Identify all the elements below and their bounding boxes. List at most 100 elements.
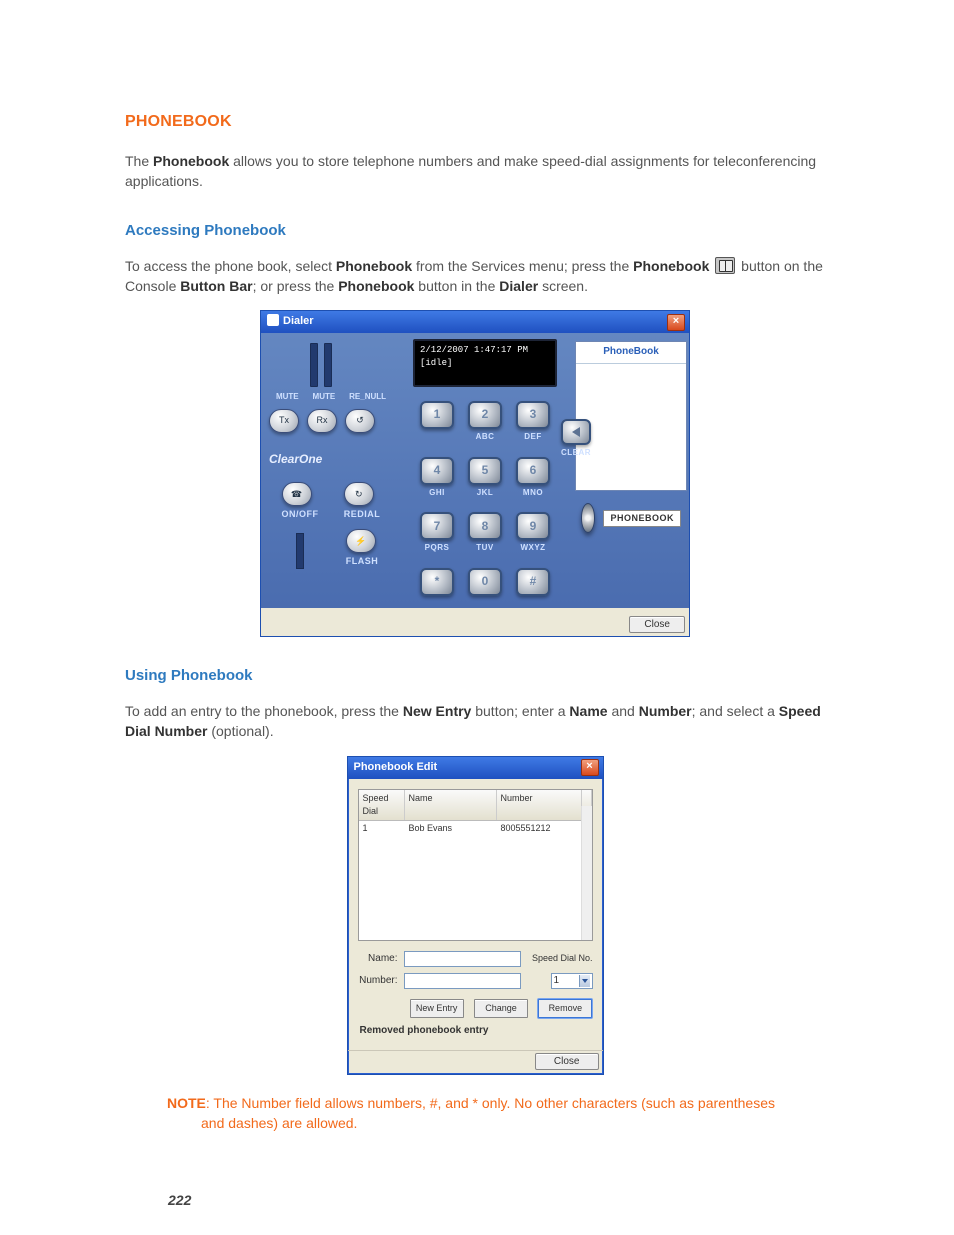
note-text: : The Number field allows numbers, #, an… bbox=[206, 1095, 775, 1111]
key-label: MNO bbox=[514, 487, 552, 499]
lcd-line: [idle] bbox=[420, 357, 550, 370]
key-4[interactable]: 4 bbox=[420, 457, 454, 485]
number-input[interactable] bbox=[404, 973, 521, 989]
key-hash[interactable]: # bbox=[516, 568, 550, 596]
back-arrow-icon bbox=[572, 427, 580, 437]
phonebook-edit-window: Phonebook Edit × Speed Dial Name Number … bbox=[347, 756, 604, 1075]
phonebook-link[interactable]: PhoneBook bbox=[576, 342, 686, 364]
phonebook-table[interactable]: Speed Dial Name Number 1 Bob Evans 80055… bbox=[358, 789, 593, 941]
scrollbar[interactable] bbox=[581, 806, 592, 940]
level-meter bbox=[296, 533, 304, 569]
key-5[interactable]: 5 bbox=[468, 457, 502, 485]
key-7[interactable]: 7 bbox=[420, 512, 454, 540]
table-row[interactable]: 1 Bob Evans 8005551212 bbox=[359, 821, 592, 836]
col-speed-dial[interactable]: Speed Dial bbox=[359, 790, 405, 820]
label-name: Name: bbox=[358, 952, 398, 967]
key-label: JKL bbox=[466, 487, 504, 499]
col-number[interactable]: Number bbox=[497, 790, 582, 820]
label-re-null: RE_NULL bbox=[349, 391, 386, 403]
dialer-statusbar: Close bbox=[261, 608, 689, 637]
subheading-accessing: Accessing Phonebook bbox=[125, 220, 825, 242]
page-number: 222 bbox=[168, 1190, 191, 1210]
key-label: GHI bbox=[418, 487, 456, 499]
phonebook-icon bbox=[715, 257, 735, 274]
text-bold: Phonebook bbox=[633, 258, 709, 274]
text: To access the phone book, select bbox=[125, 258, 336, 274]
change-button[interactable]: Change bbox=[474, 999, 528, 1018]
status-message: Removed phonebook entry bbox=[360, 1024, 593, 1039]
label-onoff: ON/OFF bbox=[282, 508, 319, 521]
onoff-button[interactable]: ☎ bbox=[282, 482, 312, 506]
text-bold: Button Bar bbox=[180, 278, 252, 294]
text-bold: Phonebook bbox=[153, 153, 229, 169]
dialer-close-button[interactable]: Close bbox=[629, 616, 685, 633]
cell-name: Bob Evans bbox=[405, 821, 497, 836]
text: from the Services menu; press the bbox=[412, 258, 633, 274]
key-label: ABC bbox=[466, 431, 504, 443]
text: The bbox=[125, 153, 153, 169]
key-label: WXYZ bbox=[514, 542, 552, 554]
lcd-line: 2/12/2007 1:47:17 PM bbox=[420, 344, 550, 357]
label-mute: MUTE bbox=[276, 391, 299, 403]
key-2[interactable]: 2 bbox=[468, 401, 502, 429]
text-bold: Phonebook bbox=[338, 278, 414, 294]
text: (optional). bbox=[207, 723, 273, 739]
text: allows you to store telephone numbers an… bbox=[125, 153, 816, 189]
pbe-close-button[interactable]: Close bbox=[535, 1053, 599, 1070]
new-entry-button[interactable]: New Entry bbox=[410, 999, 464, 1018]
label-mute: MUTE bbox=[313, 391, 336, 403]
text: ; or press the bbox=[253, 278, 339, 294]
remove-button[interactable]: Remove bbox=[538, 999, 592, 1018]
speed-dial-select[interactable]: 1 bbox=[551, 973, 593, 989]
name-input[interactable] bbox=[404, 951, 521, 967]
key-6[interactable]: 6 bbox=[516, 457, 550, 485]
redial-button[interactable]: ↻ bbox=[344, 482, 374, 506]
dialer-window: Dialer × MUTE MUTE RE_NULL bbox=[260, 310, 690, 637]
mute-rx-button[interactable]: Rx bbox=[307, 409, 337, 433]
keypad: 1 2ABC 3DEF 4GHI 5JKL 6MNO 7PQRS 8TUV 9W… bbox=[401, 401, 569, 598]
dialer-left-panel: MUTE MUTE RE_NULL Tx Rx ↺ ClearOne ☎ ON/… bbox=[261, 333, 401, 608]
key-9[interactable]: 9 bbox=[516, 512, 550, 540]
key-3[interactable]: 3 bbox=[516, 401, 550, 429]
access-paragraph: To access the phone book, select Phonebo… bbox=[125, 256, 825, 297]
text: button in the bbox=[414, 278, 499, 294]
intro-paragraph: The Phonebook allows you to store teleph… bbox=[125, 151, 825, 192]
brand-logo: ClearOne bbox=[269, 451, 393, 468]
key-label: DEF bbox=[514, 431, 552, 443]
key-1[interactable]: 1 bbox=[420, 401, 454, 429]
cd-icon bbox=[581, 503, 595, 533]
pbe-titlebar: Phonebook Edit × bbox=[348, 757, 603, 779]
label-number: Number: bbox=[358, 974, 398, 989]
flash-button[interactable]: ⚡ bbox=[346, 529, 376, 553]
key-8[interactable]: 8 bbox=[468, 512, 502, 540]
dialer-titlebar: Dialer × bbox=[261, 311, 689, 333]
note-block: NOTE: The Number field allows numbers, #… bbox=[125, 1093, 825, 1134]
mute-tx-button[interactable]: Tx bbox=[269, 409, 299, 433]
chevron-down-icon bbox=[579, 975, 590, 987]
text: button; enter a bbox=[471, 703, 569, 719]
text-bold: New Entry bbox=[403, 703, 471, 719]
re-null-button[interactable]: ↺ bbox=[345, 409, 375, 433]
app-icon bbox=[267, 314, 279, 326]
phonebook-panel: PhoneBook bbox=[575, 341, 687, 491]
label-clear: CLEAR bbox=[561, 447, 591, 459]
close-icon[interactable]: × bbox=[667, 314, 685, 331]
text-bold: Number bbox=[639, 703, 692, 719]
cell-speed: 1 bbox=[359, 821, 405, 836]
text: To add an entry to the phonebook, press … bbox=[125, 703, 403, 719]
window-title: Phonebook Edit bbox=[354, 760, 438, 776]
clear-button[interactable] bbox=[561, 419, 591, 445]
phonebook-button[interactable]: PHONEBOOK bbox=[603, 510, 681, 527]
key-label: TUV bbox=[466, 542, 504, 554]
dialer-center-panel: 2/12/2007 1:47:17 PM [idle] 1 2ABC 3DEF … bbox=[401, 333, 569, 608]
text-bold: Phonebook bbox=[336, 258, 412, 274]
key-0[interactable]: 0 bbox=[468, 568, 502, 596]
text-bold: Dialer bbox=[499, 278, 538, 294]
window-title: Dialer bbox=[283, 315, 314, 327]
col-name[interactable]: Name bbox=[405, 790, 497, 820]
level-meter bbox=[324, 343, 332, 387]
level-meter bbox=[310, 343, 318, 387]
section-heading: PHONEBOOK bbox=[125, 110, 825, 133]
close-icon[interactable]: × bbox=[581, 759, 599, 776]
key-star[interactable]: * bbox=[420, 568, 454, 596]
